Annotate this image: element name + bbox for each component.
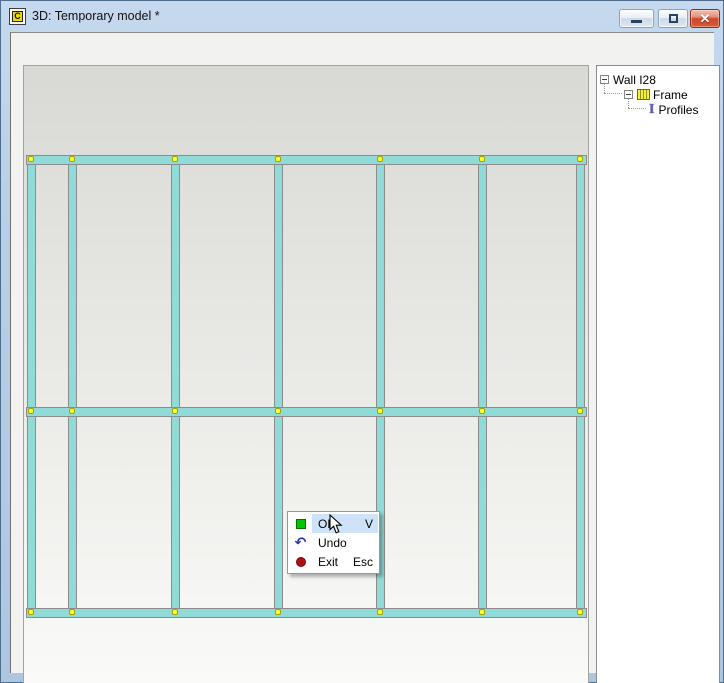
frame-hatch-icon xyxy=(637,89,650,100)
menu-item-shortcut: V xyxy=(365,517,373,531)
joint-node[interactable] xyxy=(479,408,485,414)
close-icon: ✕ xyxy=(700,12,711,25)
tree-item-label: Wall I28 xyxy=(613,73,656,87)
tree-item-label: Profiles xyxy=(658,103,698,117)
wall-beam[interactable] xyxy=(26,155,587,165)
tree-connector xyxy=(628,108,646,109)
close-button[interactable]: ✕ xyxy=(690,9,720,28)
minimize-button[interactable] xyxy=(619,9,654,28)
joint-node[interactable] xyxy=(172,408,178,414)
collapse-minus-icon[interactable] xyxy=(624,90,633,99)
menu-item-label: Exit xyxy=(318,555,345,569)
menu-item-exit[interactable]: Exit Esc xyxy=(289,552,378,571)
joint-node[interactable] xyxy=(172,609,178,615)
wall-stud[interactable] xyxy=(478,160,487,613)
menu-item-undo[interactable]: ↶ Undo xyxy=(289,533,378,552)
app-window: C 3D: Temporary model * ✕ OK V xyxy=(0,0,724,683)
joint-node[interactable] xyxy=(275,156,281,162)
joint-node[interactable] xyxy=(377,156,383,162)
exit-dot-icon xyxy=(296,557,306,567)
tree-item-label: Frame xyxy=(653,88,688,102)
wall-beam[interactable] xyxy=(26,608,587,618)
app-icon-glyph: C xyxy=(12,11,23,22)
mouse-cursor-icon xyxy=(329,514,344,535)
client-area: OK V ↶ Undo Exit Esc xyxy=(10,32,714,673)
joint-node[interactable] xyxy=(172,156,178,162)
restore-button[interactable] xyxy=(658,9,688,28)
wall-stud[interactable] xyxy=(68,160,77,613)
tree-connector xyxy=(604,93,622,94)
wall-stud[interactable] xyxy=(274,160,283,613)
joint-node[interactable] xyxy=(479,156,485,162)
joint-node[interactable] xyxy=(28,609,34,615)
restore-icon xyxy=(669,14,678,23)
3d-viewport[interactable] xyxy=(23,65,589,683)
app-icon: C xyxy=(9,8,26,25)
joint-node[interactable] xyxy=(275,408,281,414)
joint-node[interactable] xyxy=(275,609,281,615)
joint-node[interactable] xyxy=(377,408,383,414)
tree-item-frame[interactable]: Frame xyxy=(624,88,688,101)
collapse-minus-icon[interactable] xyxy=(600,75,609,84)
joint-node[interactable] xyxy=(69,609,75,615)
joint-node[interactable] xyxy=(69,156,75,162)
wall-beam[interactable] xyxy=(26,407,587,417)
tree-item-profiles[interactable]: I Profiles xyxy=(649,103,698,116)
joint-node[interactable] xyxy=(28,408,34,414)
menu-item-label: Undo xyxy=(318,536,365,550)
joint-node[interactable] xyxy=(577,609,583,615)
joint-node[interactable] xyxy=(377,609,383,615)
joint-node[interactable] xyxy=(577,408,583,414)
minimize-icon xyxy=(631,20,642,23)
joint-node[interactable] xyxy=(479,609,485,615)
undo-arrow-icon: ↶ xyxy=(295,536,307,550)
i-beam-profile-icon: I xyxy=(649,104,654,116)
wall-stud[interactable] xyxy=(576,160,585,613)
wall-stud[interactable] xyxy=(171,160,180,613)
model-tree-panel: Wall I28 Frame I Profiles xyxy=(596,65,720,683)
menu-item-shortcut: Esc xyxy=(353,555,373,569)
joint-node[interactable] xyxy=(69,408,75,414)
tree-item-wall[interactable]: Wall I28 xyxy=(600,73,656,86)
wall-stud[interactable] xyxy=(27,160,36,613)
joint-node[interactable] xyxy=(577,156,583,162)
joint-node[interactable] xyxy=(28,156,34,162)
ok-square-icon xyxy=(296,519,306,529)
titlebar[interactable]: C 3D: Temporary model * ✕ xyxy=(1,1,723,32)
window-title: 3D: Temporary model * xyxy=(32,9,160,23)
